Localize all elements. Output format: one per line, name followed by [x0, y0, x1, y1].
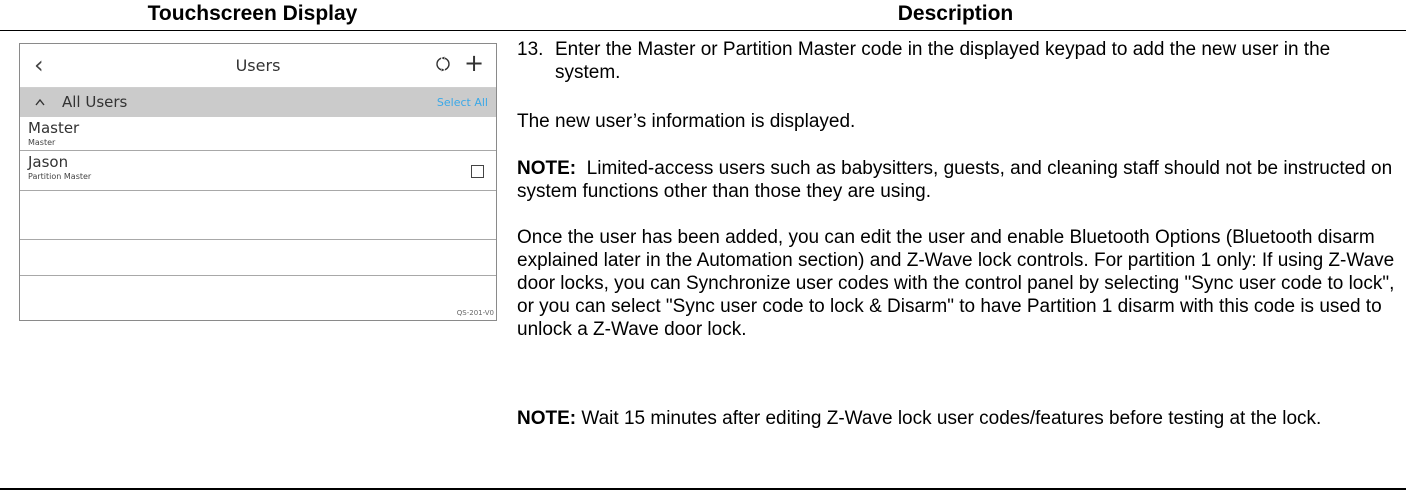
note-text: Wait 15 minutes after editing Z-Wave loc… — [581, 408, 1322, 429]
user-role: Master — [28, 138, 56, 147]
column-header-touchscreen: Touchscreen Display — [147, 2, 358, 25]
table-header-rule — [0, 30, 1406, 31]
user-name: Master — [28, 119, 80, 137]
step-text: Enter the Master or Partition Master cod… — [555, 39, 1331, 83]
touchscreen-users-screen: ‹ Users + All Users Select All Master Ma… — [19, 43, 497, 321]
user-role: Partition Master — [28, 172, 92, 181]
plus-icon[interactable]: + — [464, 48, 484, 78]
note-label: NOTE: — [517, 408, 577, 429]
list-item[interactable]: Jason Partition Master — [20, 151, 496, 191]
screen-title: Users — [235, 56, 281, 75]
refresh-icon[interactable] — [435, 56, 451, 72]
empty-list-row — [20, 240, 496, 276]
info-text: The new user’s information is displayed. — [517, 111, 856, 132]
image-reference-code: QS-201-V0 — [456, 309, 494, 317]
step-number: 13. — [517, 39, 544, 60]
group-label: All Users — [62, 93, 128, 111]
note-limited-access: NOTE: Limited-access users such as babys… — [517, 157, 1397, 203]
note-text: Limited-access users such as babysitters… — [517, 158, 1393, 202]
manual-page: Touchscreen Display Description ‹ Users … — [0, 0, 1406, 492]
column-header-description: Description — [897, 2, 1014, 25]
note-label: NOTE: — [517, 158, 577, 179]
user-select-checkbox[interactable] — [471, 165, 484, 178]
empty-list-row — [20, 191, 496, 240]
user-name: Jason — [28, 153, 69, 171]
note-zwave-wait: NOTE: Wait 15 minutes after editing Z-Wa… — [517, 407, 1397, 430]
bluetooth-zwave-paragraph: Once the user has been added, you can ed… — [517, 227, 1395, 340]
all-users-group-bar[interactable]: All Users Select All — [20, 88, 496, 117]
chevron-up-icon[interactable] — [34, 97, 46, 107]
screen-top-bar: ‹ Users + — [20, 44, 496, 88]
select-all-button[interactable]: Select All — [437, 88, 488, 117]
list-item[interactable]: Master Master — [20, 117, 496, 151]
table-bottom-rule — [0, 488, 1406, 490]
